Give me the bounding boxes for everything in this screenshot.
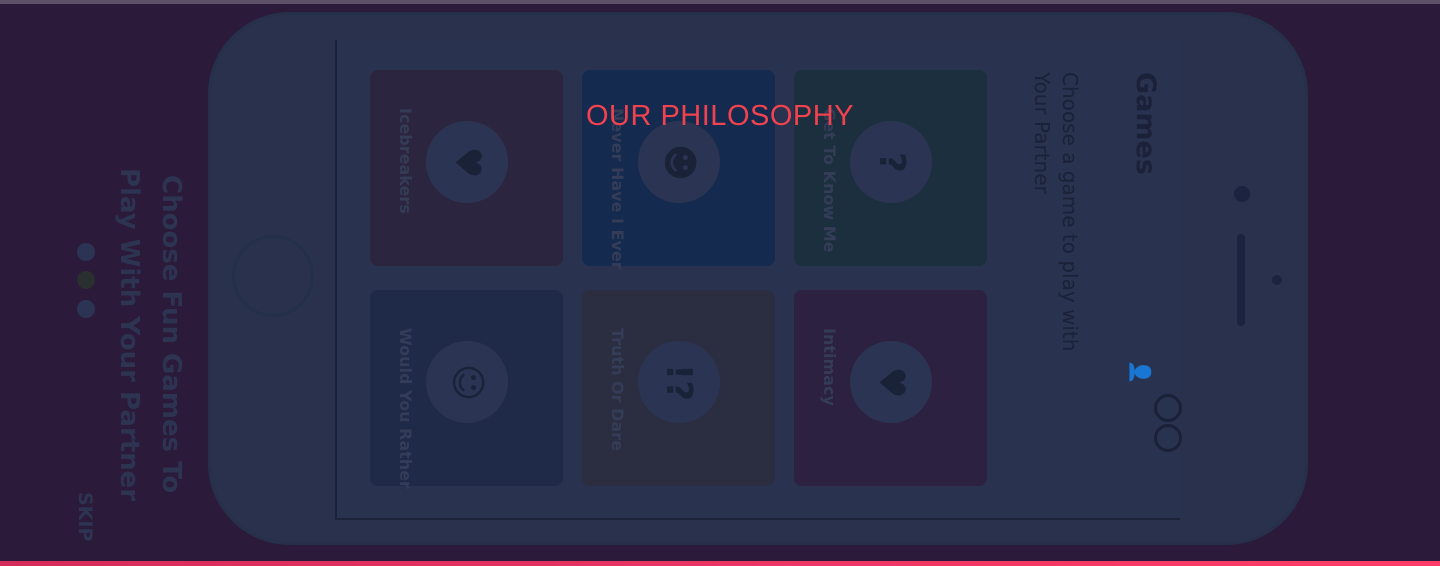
game-card-label: Would You Rather: [396, 328, 415, 489]
add-partner-icon[interactable]: 👤: [1128, 360, 1152, 385]
section-title: OUR PHILOSOPHY: [585, 100, 855, 132]
onboarding-heading-line2: Play With Your Partner: [114, 168, 144, 502]
game-card-label: Truth Or Dare: [608, 328, 627, 451]
page-dot-3[interactable]: [77, 300, 95, 318]
page-dot-2-active[interactable]: [77, 271, 95, 289]
thinking-face-icon: ☺: [426, 341, 508, 423]
game-card[interactable]: !? Truth Or Dare: [582, 290, 775, 486]
camera-icon: [1234, 186, 1250, 202]
question-bubble-icon: ?: [850, 121, 932, 203]
teapot-icon: ♥: [426, 121, 508, 203]
exclamation-question-icon: !?: [638, 341, 720, 423]
sensor-icon: [1272, 275, 1282, 285]
home-button: [232, 235, 314, 317]
couple-logo-icon: [1154, 394, 1186, 456]
page-dot-1[interactable]: [77, 243, 95, 261]
game-card[interactable]: ♥ Intimacy: [794, 290, 987, 486]
skip-button[interactable]: SKIP: [74, 492, 96, 541]
top-divider: [0, 0, 1440, 4]
game-card[interactable]: ☺ Would You Rather: [370, 290, 563, 489]
bottom-accent-line: [0, 561, 1440, 566]
onboarding-heading-line1: Choose Fun Games To: [156, 175, 186, 494]
speaker-icon: [1237, 234, 1245, 326]
game-card-label: Intimacy: [820, 328, 839, 406]
heart-icon: ♥: [850, 341, 932, 423]
people-icon: ☻: [638, 121, 720, 203]
